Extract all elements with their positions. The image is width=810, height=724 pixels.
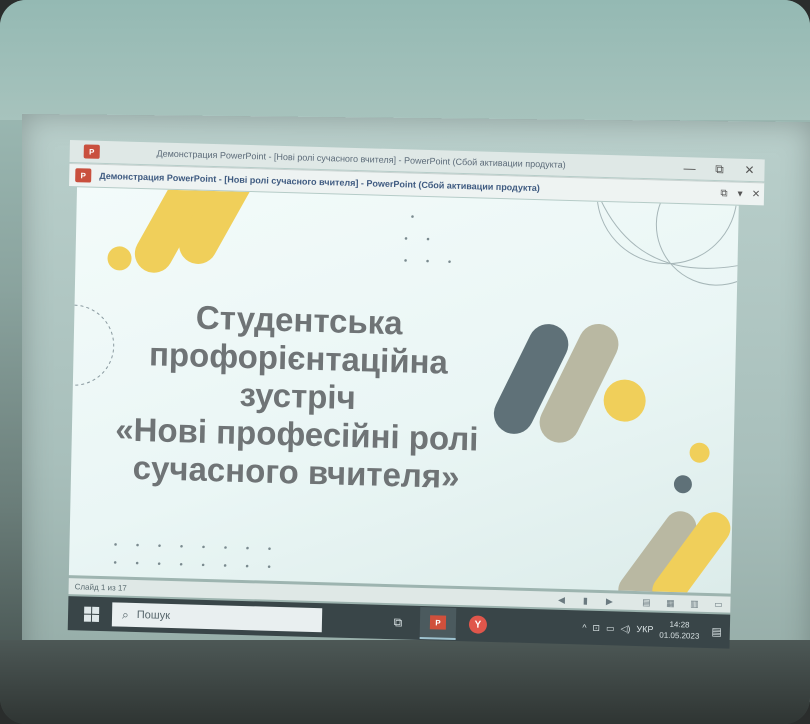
next-icon[interactable]: ▶ bbox=[602, 596, 616, 606]
minimize-button[interactable]: — bbox=[674, 161, 704, 176]
taskbar-powerpoint[interactable]: P bbox=[419, 606, 457, 640]
yandex-browser-icon: Y bbox=[468, 615, 488, 634]
battery-icon[interactable]: ▭ bbox=[606, 623, 615, 634]
search-icon: ⌕ bbox=[121, 607, 129, 622]
restore-button[interactable]: ⧉ bbox=[716, 188, 732, 199]
clock[interactable]: 14:28 01.05.2023 bbox=[659, 619, 699, 642]
powerpoint-icon: P bbox=[83, 144, 100, 159]
pause-icon[interactable]: ▮ bbox=[578, 595, 592, 605]
chevron-down-icon[interactable]: ▾ bbox=[732, 188, 748, 199]
powerpoint-window: P Демонстрация PowerPoint - [Нові ролі с… bbox=[60, 140, 765, 659]
normal-view-icon[interactable]: ▤ bbox=[639, 597, 653, 607]
yellow-dot-shape bbox=[603, 379, 646, 422]
restore-button[interactable]: ⧉ bbox=[704, 161, 734, 177]
network-icon[interactable]: ⊡ bbox=[592, 622, 600, 633]
start-button[interactable] bbox=[76, 606, 106, 622]
language-indicator[interactable]: УКР bbox=[636, 624, 653, 634]
task-view-icon[interactable]: ⧉ bbox=[380, 607, 417, 638]
slide-title: Студентська профорієнтаційна зустріч «Но… bbox=[81, 295, 515, 497]
wall bbox=[0, 0, 810, 120]
photo-background: P Демонстрация PowerPoint - [Нові ролі с… bbox=[0, 0, 810, 724]
close-button[interactable]: ✕ bbox=[748, 188, 764, 200]
volume-icon[interactable]: ◁) bbox=[620, 623, 630, 634]
dot-grid-top bbox=[404, 215, 451, 263]
slate-dot-shape bbox=[673, 475, 692, 494]
slideshow-icon[interactable]: ▭ bbox=[711, 599, 725, 609]
prev-icon[interactable]: ◀ bbox=[554, 594, 568, 605]
windows-icon bbox=[83, 606, 99, 622]
reading-view-icon[interactable]: ▥ bbox=[687, 598, 701, 608]
taskbar-yandex[interactable]: Y bbox=[460, 609, 497, 640]
close-button[interactable]: ✕ bbox=[734, 163, 764, 178]
chevron-up-icon[interactable]: ^ bbox=[582, 622, 586, 632]
powerpoint-icon: P bbox=[429, 615, 447, 630]
yellow-dot-shape bbox=[107, 246, 132, 271]
search-input[interactable]: ⌕ Пошук bbox=[111, 602, 323, 633]
system-tray: ^ ⊡ ▭ ◁) УКР 14:28 01.05.2023 ▤ bbox=[582, 616, 722, 642]
powerpoint-icon: P bbox=[75, 168, 92, 183]
notification-icon[interactable]: ▤ bbox=[711, 625, 722, 638]
slide-sorter-icon[interactable]: ▦ bbox=[663, 597, 677, 608]
dot-grid-bottom bbox=[113, 543, 271, 569]
clock-date: 01.05.2023 bbox=[659, 630, 700, 641]
search-placeholder: Пошук bbox=[136, 609, 171, 622]
slide-canvas: Студентська профорієнтаційна зустріч «Но… bbox=[68, 187, 739, 594]
yellow-dot-shape bbox=[689, 442, 710, 463]
